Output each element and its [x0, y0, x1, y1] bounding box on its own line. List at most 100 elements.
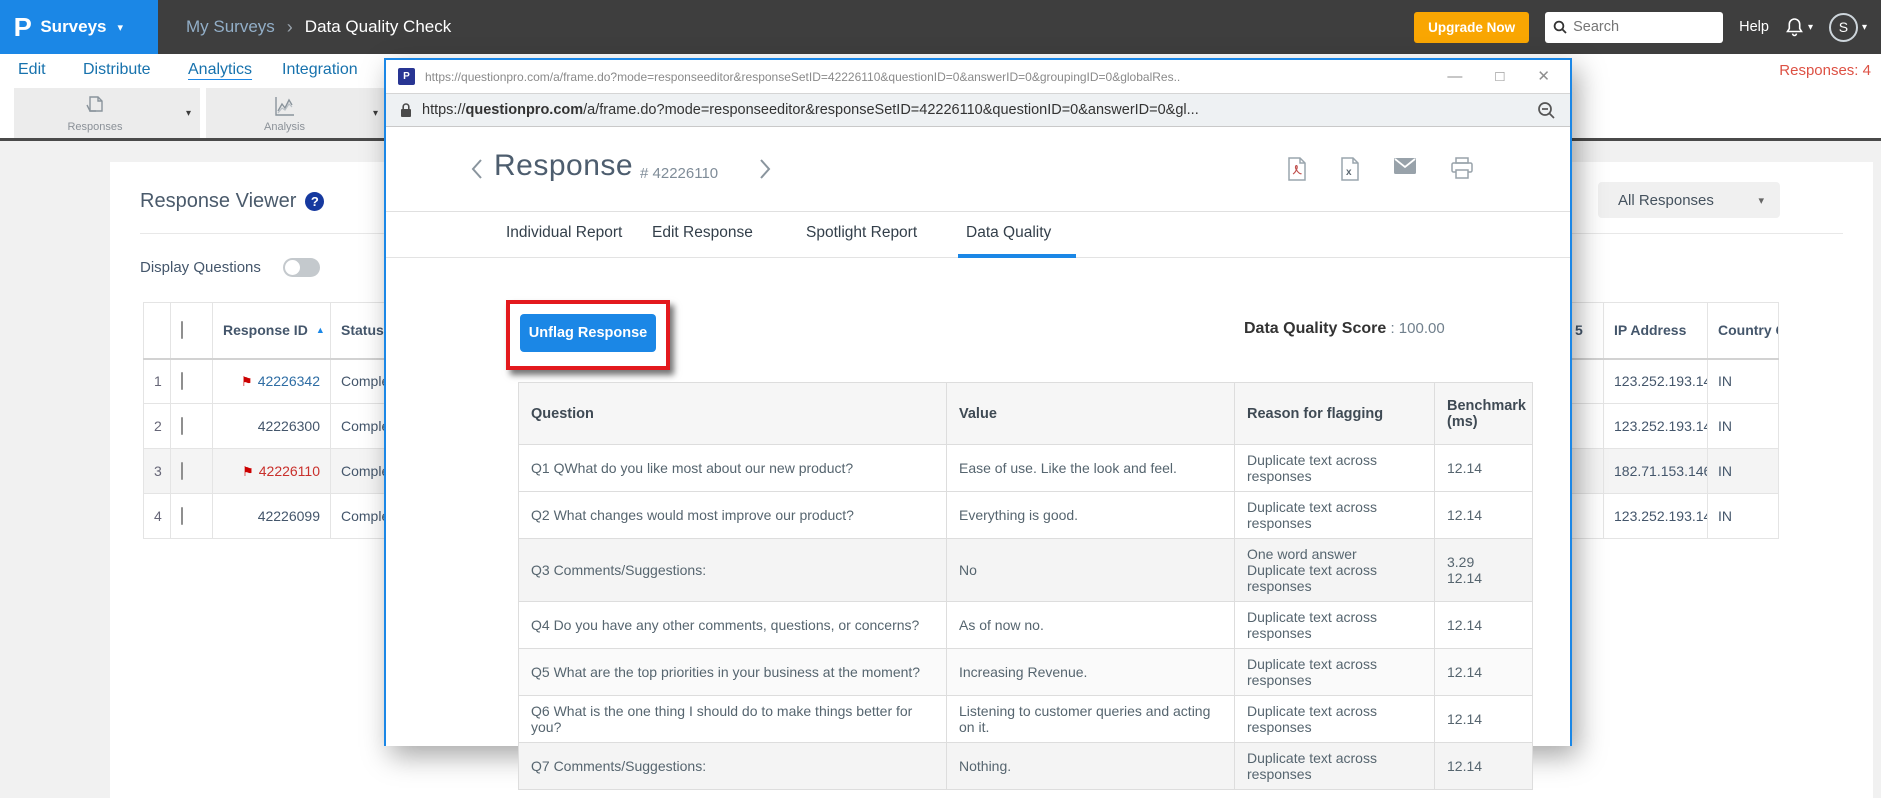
tab-data-quality[interactable]: Data Quality	[966, 224, 1051, 242]
country-cell: IN	[1707, 403, 1779, 449]
all-responses-value: All Responses	[1618, 191, 1714, 209]
address-url[interactable]: https://questionpro.com/a/frame.do?mode=…	[422, 102, 1502, 118]
response-id-cell[interactable]: ⚑ 42226342	[212, 358, 331, 404]
bell-icon	[1785, 17, 1804, 37]
account-menu[interactable]: S ▾	[1828, 12, 1867, 42]
page-title: Response Viewer ?	[140, 190, 325, 213]
maximize-icon[interactable]: □	[1495, 69, 1504, 84]
dq-row: Q3 Comments/Suggestions: No One word ans…	[518, 538, 1533, 602]
previous-response-icon[interactable]	[470, 157, 484, 181]
nav-item-edit[interactable]: Edit	[18, 61, 46, 79]
display-questions-row: Display Questions	[140, 258, 320, 277]
tab-edit-response[interactable]: Edit Response	[652, 224, 753, 242]
tab-individual-report[interactable]: Individual Report	[506, 224, 622, 242]
app-root: P Surveys ▾ My Surveys › Data Quality Ch…	[0, 0, 1881, 798]
dq-row: Q4 Do you have any other comments, quest…	[518, 601, 1533, 649]
print-icon[interactable]	[1450, 157, 1474, 181]
row-select-cell	[170, 493, 213, 539]
nav-item-distribute[interactable]: Distribute	[83, 61, 151, 79]
row-checkbox[interactable]	[181, 372, 183, 391]
dq-row: Q1 QWhat do you like most about our new …	[518, 444, 1533, 492]
reason-header: Reason for flagging	[1234, 382, 1435, 445]
country-cell: IN	[1707, 358, 1779, 404]
row-number: 2	[143, 403, 171, 449]
top-bar: P Surveys ▾ My Surveys › Data Quality Ch…	[0, 0, 1881, 54]
product-name: Surveys	[40, 17, 107, 36]
questionpro-favicon-icon: P	[398, 68, 415, 85]
global-search	[1545, 11, 1724, 43]
lock-icon	[400, 102, 412, 118]
help-link[interactable]: Help	[1739, 19, 1769, 35]
analysis-chart-icon	[206, 93, 363, 119]
value-header: Value	[946, 382, 1235, 445]
annotation-highlight-box: Unflag Response	[506, 300, 670, 370]
window-controls: — □ ✕	[1447, 69, 1558, 84]
data-quality-table: Question Value Reason for flagging Bench…	[518, 382, 1533, 790]
modal-title-bar: P https://questionpro.com/a/frame.do?mod…	[386, 60, 1570, 94]
breadcrumb-my-surveys[interactable]: My Surveys	[186, 17, 275, 37]
row-checkbox[interactable]	[181, 417, 183, 435]
row-number: 3	[143, 448, 171, 494]
chevron-down-icon: ▾	[1758, 194, 1764, 207]
surveys-product-switcher[interactable]: P Surveys ▾	[0, 0, 158, 54]
country-code-header[interactable]: Country Code	[1707, 302, 1779, 360]
analysis-toolbar-button[interactable]: Analysis ▾	[206, 88, 387, 138]
question-cell: Q5 What are the top priorities in your b…	[518, 648, 947, 696]
value-cell: Everything is good.	[946, 491, 1235, 539]
all-responses-dropdown[interactable]: All Responses ▾	[1598, 182, 1780, 218]
nav-item-integration[interactable]: Integration	[282, 61, 358, 79]
tab-spotlight-report[interactable]: Spotlight Report	[806, 224, 917, 242]
zoom-out-icon[interactable]	[1537, 101, 1556, 120]
chevron-down-icon: ▾	[185, 108, 191, 119]
benchmark-header: Benchmark (ms)	[1434, 382, 1533, 445]
select-all-checkbox[interactable]	[181, 321, 183, 340]
nav-item-analytics[interactable]: Analytics	[188, 61, 252, 79]
response-id-cell[interactable]: 42226099	[212, 493, 331, 539]
response-tabs: Individual Report Edit Response Spotligh…	[386, 212, 1570, 258]
question-cell: Q3 Comments/Suggestions:	[518, 538, 947, 602]
dq-row: Q6 What is the one thing I should do to …	[518, 695, 1533, 743]
questionpro-logo-icon: P	[13, 12, 32, 42]
row-checkbox[interactable]	[181, 462, 183, 480]
row-checkbox[interactable]	[181, 507, 183, 525]
modal-title-url: https://questionpro.com/a/frame.do?mode=…	[425, 69, 1181, 84]
row-number-header	[143, 302, 171, 360]
responses-toolbar-button[interactable]: Responses ▾	[14, 88, 200, 138]
unflag-response-button[interactable]: Unflag Response	[520, 314, 656, 352]
upgrade-now-button[interactable]: Upgrade Now	[1414, 11, 1530, 43]
response-id-header[interactable]: Response ID ▲	[212, 302, 331, 360]
row-select-cell	[170, 358, 213, 404]
partial-cell	[1570, 358, 1604, 404]
avatar: S	[1828, 12, 1858, 42]
next-response-icon[interactable]	[758, 157, 772, 181]
reason-cell: Duplicate text across responses	[1234, 742, 1435, 790]
topbar-right-controls: Upgrade Now Help ▾ S ▾	[1414, 11, 1881, 43]
email-icon[interactable]	[1393, 157, 1417, 181]
minimize-icon[interactable]: —	[1447, 69, 1462, 84]
export-excel-icon[interactable]: x	[1340, 157, 1360, 181]
response-id-cell[interactable]: 42226300	[212, 403, 331, 449]
response-id-cell[interactable]: ⚑ 42226110	[212, 448, 331, 494]
partial-cell	[1570, 493, 1604, 539]
data-quality-panel: Unflag Response Data Quality Score : 100…	[386, 258, 1570, 790]
ip-address-header[interactable]: IP Address	[1603, 302, 1708, 360]
help-badge-icon[interactable]: ?	[305, 192, 325, 211]
benchmark-cell: 12.14	[1434, 444, 1533, 492]
notifications-menu[interactable]: ▾	[1785, 17, 1813, 37]
display-questions-toggle[interactable]	[282, 258, 320, 277]
response-editor-modal: P https://questionpro.com/a/frame.do?mod…	[384, 58, 1572, 790]
breadcrumb: My Surveys › Data Quality Check	[186, 17, 451, 38]
dq-row: Q5 What are the top priorities in your b…	[518, 648, 1533, 696]
partial-cell	[1570, 448, 1604, 494]
country-cell: IN	[1707, 493, 1779, 539]
value-cell: Increasing Revenue.	[946, 648, 1235, 696]
breadcrumb-current: Data Quality Check	[304, 17, 452, 36]
search-input[interactable]	[1573, 19, 1704, 35]
export-pdf-icon[interactable]	[1287, 157, 1307, 181]
row-select-cell	[170, 448, 213, 494]
page-title-text: Response Viewer	[140, 190, 297, 212]
benchmark-cell: 12.14	[1434, 601, 1533, 649]
close-icon[interactable]: ✕	[1537, 69, 1550, 84]
row-number: 1	[143, 358, 171, 404]
partial-cell	[1570, 403, 1604, 449]
